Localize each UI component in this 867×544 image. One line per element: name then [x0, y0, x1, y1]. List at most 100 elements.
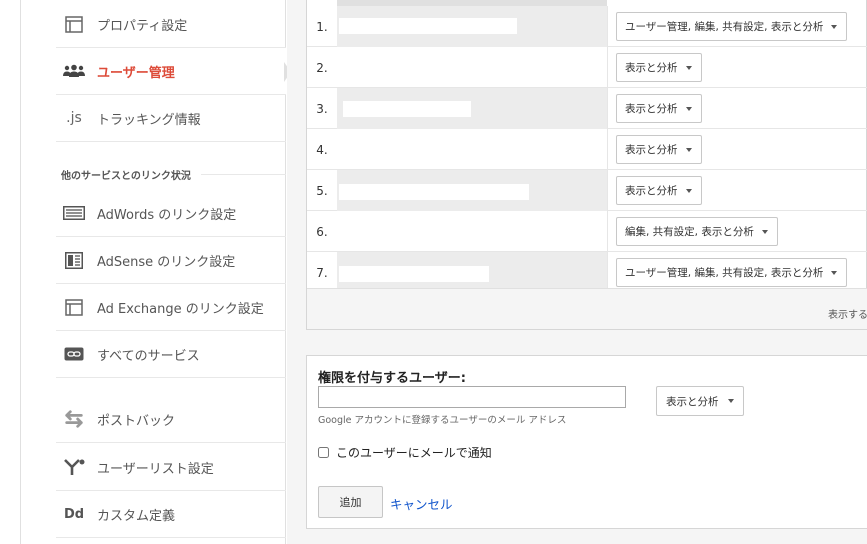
permission-cell: 表示と分析: [607, 47, 867, 88]
sidebar-item-adsense-linking[interactable]: AdSense のリンク設定: [56, 237, 286, 284]
permission-value: 表示と分析: [625, 103, 678, 115]
table-row: 1. ユーザー管理, 編集, 共有設定, 表示と分析: [307, 6, 867, 47]
sidebar-item-label: カスタム定義: [97, 508, 176, 524]
user-email-cell: [337, 129, 607, 170]
divider: [200, 173, 286, 175]
permission-value: 編集, 共有設定, 表示と分析: [625, 226, 754, 238]
permission-value: 表示と分析: [666, 395, 719, 408]
chevron-down-icon: [727, 399, 734, 403]
chevron-down-icon: [685, 188, 692, 193]
section-heading-linked-services: 他のサービスとのリンク状況: [61, 166, 286, 182]
permission-dropdown[interactable]: 編集, 共有設定, 表示と分析: [616, 217, 778, 246]
ad-exchange-icon: [63, 298, 85, 316]
row-number: 4.: [316, 142, 328, 157]
row-number: 6.: [316, 224, 328, 239]
sidebar-item-property-settings[interactable]: プロパティ設定: [56, 1, 286, 48]
sidebar-item-label: Ad Exchange のリンク設定: [97, 301, 264, 317]
chevron-down-icon: [685, 147, 692, 152]
rows-display-label: 表示する: [828, 310, 867, 321]
adsense-icon: [63, 251, 85, 269]
notify-label: このユーザーにメールで通知: [336, 446, 492, 460]
add-user-title: 権限を付与するユーザー:: [318, 371, 466, 386]
sidebar-item-label: プロパティ設定: [97, 18, 188, 34]
row-number: 1.: [316, 19, 328, 34]
row-number: 5.: [316, 183, 328, 198]
chevron-down-icon: [685, 65, 692, 70]
row-number: 3.: [316, 101, 328, 116]
sidebar-item-all-services[interactable]: すべてのサービス: [56, 331, 286, 378]
redacted-email: [339, 18, 517, 34]
user-email-cell: [337, 211, 607, 252]
redacted-email: [339, 215, 497, 231]
dd-icon: Dd: [63, 506, 85, 522]
sidebar-item-custom-definitions[interactable]: Dd カスタム定義: [56, 491, 286, 538]
sidebar-item-label: ポストバック: [97, 413, 176, 429]
users-icon: [63, 62, 85, 80]
sidebar-item-label: ユーザーリスト設定: [97, 461, 214, 477]
users-table: 1. ユーザー管理, 編集, 共有設定, 表示と分析 2. 表示と分析 3. 表…: [306, 0, 867, 330]
notify-checkbox[interactable]: [318, 447, 329, 458]
table-row: 4. 表示と分析: [307, 129, 867, 170]
user-email-cell: [337, 170, 607, 211]
email-help-text: Google アカウントに登録するユーザーのメール アドレス: [318, 415, 567, 426]
table-row: 3. 表示と分析: [307, 88, 867, 129]
permission-dropdown[interactable]: 表示と分析: [616, 94, 702, 123]
cancel-link[interactable]: キャンセル: [390, 494, 453, 513]
redacted-email: [339, 184, 529, 200]
permission-value: 表示と分析: [625, 185, 678, 197]
adwords-icon: [63, 204, 85, 222]
link-icon: [63, 345, 85, 363]
postback-icon: [63, 410, 85, 428]
permission-value: 表示と分析: [625, 144, 678, 156]
permission-cell: 表示と分析: [607, 88, 867, 129]
table-row: 7. ユーザー管理, 編集, 共有設定, 表示と分析: [307, 252, 867, 293]
redacted-email: [339, 233, 585, 249]
table-row: 2. 表示と分析: [307, 47, 867, 88]
user-email-cell: [337, 6, 607, 47]
table-row: 5. 表示と分析: [307, 170, 867, 211]
chevron-down-icon: [831, 24, 838, 29]
permission-cell: ユーザー管理, 編集, 共有設定, 表示と分析: [607, 6, 867, 47]
sidebar-item-user-management[interactable]: ユーザー管理: [56, 48, 286, 95]
section-title: 他のサービスとのリンク状況: [61, 170, 191, 182]
row-number: 7.: [316, 265, 328, 280]
sidebar-item-label: AdSense のリンク設定: [97, 254, 236, 270]
user-email-cell: [337, 252, 607, 293]
permission-cell: 編集, 共有設定, 表示と分析: [607, 211, 867, 252]
permission-cell: ユーザー管理, 編集, 共有設定, 表示と分析: [607, 252, 867, 293]
permission-dropdown[interactable]: ユーザー管理, 編集, 共有設定, 表示と分析: [616, 258, 848, 287]
redacted-email: [339, 266, 489, 282]
permission-value: ユーザー管理, 編集, 共有設定, 表示と分析: [625, 21, 824, 33]
sidebar-item-postback[interactable]: ポストバック: [56, 396, 286, 443]
user-email-cell: [337, 47, 607, 88]
permission-dropdown[interactable]: 表示と分析: [656, 386, 744, 416]
sidebar-item-label: AdWords のリンク設定: [97, 207, 237, 223]
table-footer: 表示する: [307, 288, 867, 329]
sidebar-item-adwords-linking[interactable]: AdWords のリンク設定: [56, 190, 286, 237]
sidebar-item-label: すべてのサービス: [97, 348, 200, 364]
redacted-email: [343, 101, 471, 117]
sidebar-item-ad-exchange-linking[interactable]: Ad Exchange のリンク設定: [56, 284, 286, 331]
redacted-email: [343, 60, 473, 76]
sidebar-item-label: トラッキング情報: [97, 112, 201, 128]
add-user-panel: 権限を付与するユーザー: Google アカウントに登録するユーザーのメール ア…: [306, 355, 867, 529]
permission-dropdown[interactable]: ユーザー管理, 編集, 共有設定, 表示と分析: [616, 12, 848, 41]
user-email-cell: [337, 88, 607, 129]
permission-value: ユーザー管理, 編集, 共有設定, 表示と分析: [625, 267, 824, 279]
redacted-email: [339, 143, 539, 159]
row-number: 2.: [316, 60, 328, 75]
sidebar-item-user-list-settings[interactable]: ユーザーリスト設定: [56, 444, 286, 491]
user-list-icon: [63, 458, 85, 476]
email-field[interactable]: [318, 386, 626, 408]
add-button[interactable]: 追加: [318, 486, 383, 518]
table-row: 6. 編集, 共有設定, 表示と分析: [307, 211, 867, 252]
notify-option[interactable]: このユーザーにメールで通知: [318, 444, 492, 461]
permission-dropdown[interactable]: 表示と分析: [616, 176, 702, 205]
sidebar-item-tracking-info[interactable]: .js トラッキング情報: [56, 95, 286, 142]
js-icon: .js: [66, 110, 82, 126]
permission-dropdown[interactable]: 表示と分析: [616, 53, 702, 82]
permission-value: 表示と分析: [625, 62, 678, 74]
chevron-down-icon: [831, 270, 838, 275]
permission-dropdown[interactable]: 表示と分析: [616, 135, 702, 164]
admin-sidebar: プロパティ設定 ユーザー管理 .js トラッキング情報 他のサービスとのリンク状…: [20, 0, 291, 544]
